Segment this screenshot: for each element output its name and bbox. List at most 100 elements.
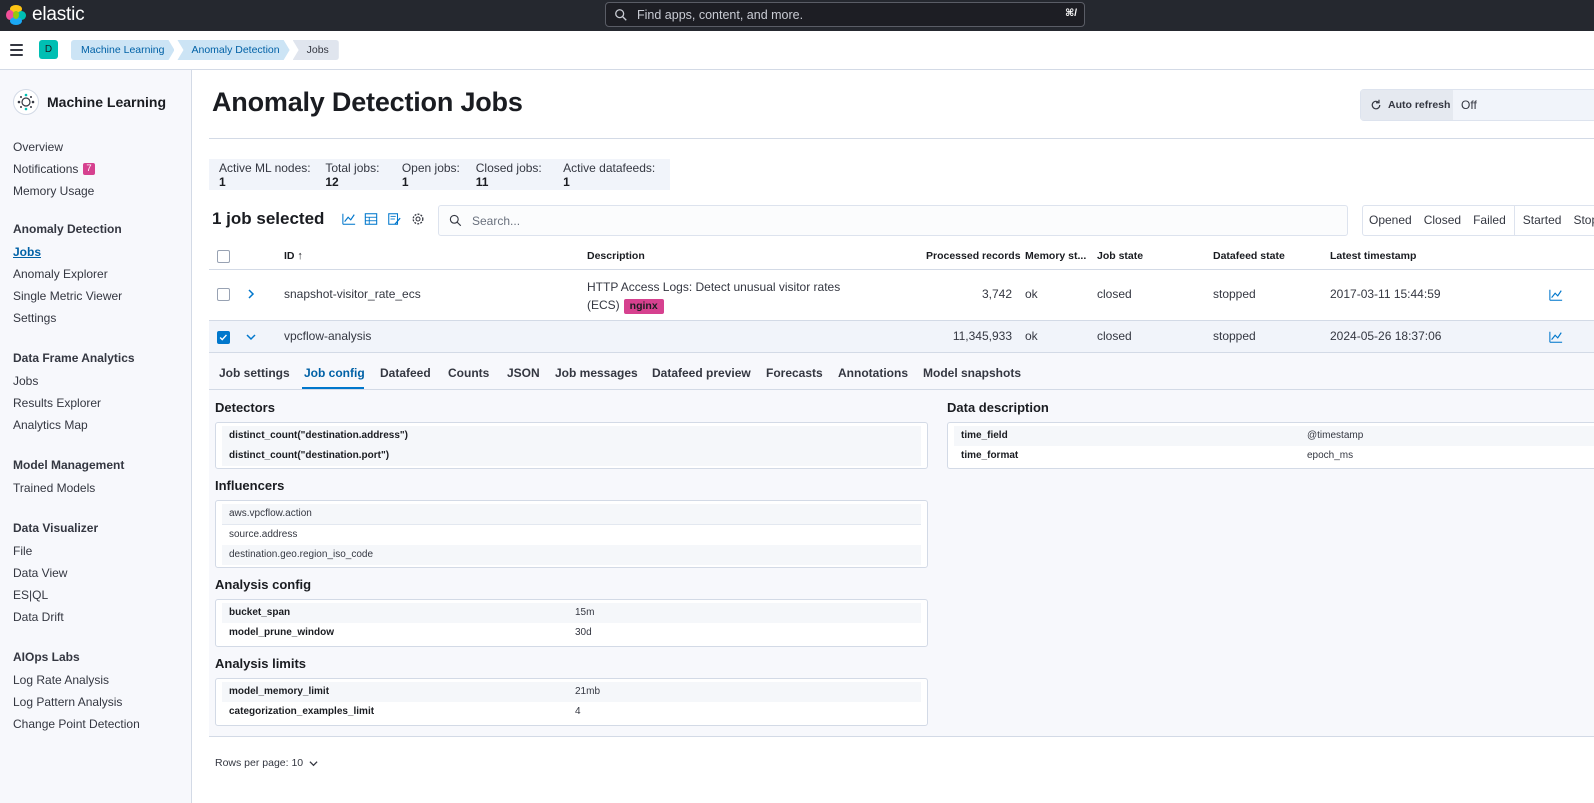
latest-timestamp: 2024-05-26 18:37:06 xyxy=(1330,329,1442,343)
sidebar-item-results-explorer[interactable]: Results Explorer xyxy=(13,395,135,417)
table-icon[interactable] xyxy=(364,212,378,226)
tab-datafeed[interactable]: Datafeed xyxy=(380,366,431,380)
sidebar-item-overview[interactable]: Overview xyxy=(13,139,95,161)
column-datafeed-state[interactable]: Datafeed state xyxy=(1213,250,1285,262)
sidebar-item-trained-models[interactable]: Trained Models xyxy=(13,480,124,502)
tab-forecasts[interactable]: Forecasts xyxy=(766,366,823,380)
menu-icon[interactable] xyxy=(10,44,23,59)
filter-closed[interactable]: Closed xyxy=(1418,206,1467,235)
job-description: HTTP Access Logs: Detect unusual visitor… xyxy=(587,280,841,314)
breadcrumb-anomaly-detection[interactable]: Anomaly Detection xyxy=(177,40,289,60)
edit-document-icon[interactable] xyxy=(387,212,401,226)
sidebar-header: Machine Learning xyxy=(13,89,166,115)
processed-records: 3,742 xyxy=(981,287,1012,301)
chevron-right-icon[interactable] xyxy=(246,289,256,299)
filter-failed[interactable]: Failed xyxy=(1467,206,1512,235)
global-search-input[interactable]: Find apps, content, and more. ⌘/ xyxy=(605,2,1085,27)
limit-row: categorization_examples_limit 4 xyxy=(222,702,921,722)
sort-ascending-icon: ↑ xyxy=(297,250,303,262)
stat-total-jobs: Total jobs: 12 xyxy=(325,160,380,189)
space-avatar[interactable]: D xyxy=(39,40,58,59)
active-tab-indicator xyxy=(302,387,364,389)
sidebar-section-model-management: Model Management Trained Models xyxy=(13,458,124,502)
processed-records: 11,345,933 xyxy=(952,329,1012,343)
sidebar-top-group: Overview Notifications 7 Memory Usage xyxy=(13,139,95,205)
state-filter-group: Opened Closed Failed Started Stopped xyxy=(1362,205,1594,236)
refresh-icon xyxy=(1371,99,1381,110)
sidebar-item-notifications[interactable]: Notifications 7 xyxy=(13,161,95,183)
datafeed-state: stopped xyxy=(1213,329,1256,343)
column-latest-timestamp[interactable]: Latest timestamp xyxy=(1330,250,1416,262)
row-checkbox[interactable] xyxy=(217,288,230,301)
job-details-panel: Job settings Job config Datafeed Counts … xyxy=(209,353,1594,737)
sidebar-heading: AIOps Labs xyxy=(13,650,80,664)
sidebar-item-anomaly-explorer[interactable]: Anomaly Explorer xyxy=(13,266,122,288)
filter-started[interactable]: Started xyxy=(1517,206,1568,235)
tab-job-settings[interactable]: Job settings xyxy=(219,366,290,380)
column-id[interactable]: ID ↑ xyxy=(284,250,303,262)
main-content: Anomaly Detection Jobs Auto refresh Off … xyxy=(192,70,1594,803)
analysis-config-title: Analysis config xyxy=(215,577,312,592)
sidebar-item-log-rate-analysis[interactable]: Log Rate Analysis xyxy=(13,672,140,694)
sidebar-item-analytics-map[interactable]: Analytics Map xyxy=(13,417,135,439)
row-checkbox[interactable] xyxy=(217,331,230,344)
check-icon xyxy=(219,334,227,341)
sidebar-item-log-pattern-analysis[interactable]: Log Pattern Analysis xyxy=(13,694,140,716)
sidebar-heading: Data Frame Analytics xyxy=(13,351,135,365)
table-row[interactable]: snapshot-visitor_rate_ecs HTTP Access Lo… xyxy=(209,270,1594,321)
tab-model-snapshots[interactable]: Model snapshots xyxy=(923,366,1021,380)
column-job-state[interactable]: Job state xyxy=(1097,250,1143,262)
influencer-row: destination.geo.region_iso_code xyxy=(222,545,921,565)
job-state: closed xyxy=(1097,287,1132,301)
sidebar-item-single-metric-viewer[interactable]: Single Metric Viewer xyxy=(13,288,122,310)
chevron-down-icon[interactable] xyxy=(246,332,256,342)
sidebar: Machine Learning Overview Notifications 7… xyxy=(0,70,192,803)
sidebar-item-esql[interactable]: ES|QL xyxy=(13,587,98,609)
sidebar-item-file[interactable]: File xyxy=(13,543,98,565)
job-search-input[interactable]: Search... xyxy=(438,205,1348,236)
sidebar-item-settings[interactable]: Settings xyxy=(13,310,122,332)
filter-opened[interactable]: Opened xyxy=(1363,206,1418,235)
filter-stopped[interactable]: Stopped xyxy=(1567,206,1594,235)
sidebar-section-aiops: AIOps Labs Log Rate Analysis Log Pattern… xyxy=(13,650,140,738)
auto-refresh-button[interactable]: Auto refresh xyxy=(1361,90,1453,120)
sidebar-item-memory-usage[interactable]: Memory Usage xyxy=(13,183,95,205)
influencer-row: source.address xyxy=(222,525,921,545)
chart-icon[interactable] xyxy=(1549,288,1563,302)
influencers-panel: aws.vpcflow.action source.address destin… xyxy=(215,500,928,568)
breadcrumb-machine-learning[interactable]: Machine Learning xyxy=(71,40,174,60)
search-shortcut: ⌘/ xyxy=(1064,8,1077,19)
sidebar-item-dfa-jobs[interactable]: Jobs xyxy=(13,373,135,395)
chart-icon[interactable] xyxy=(342,212,356,226)
sidebar-section-anomaly-detection: Anomaly Detection Jobs Anomaly Explorer … xyxy=(13,222,122,332)
tab-annotations[interactable]: Annotations xyxy=(838,366,908,380)
sidebar-item-change-point-detection[interactable]: Change Point Detection xyxy=(13,716,140,738)
tab-counts[interactable]: Counts xyxy=(448,366,489,380)
auto-refresh-control[interactable]: Auto refresh Off xyxy=(1360,89,1594,121)
job-group-tag[interactable]: nginx xyxy=(623,299,664,314)
column-processed-records[interactable]: Processed records xyxy=(926,250,1021,262)
gear-icon[interactable] xyxy=(411,212,425,226)
rows-per-page-selector[interactable]: Rows per page: 10 xyxy=(215,757,318,769)
sidebar-item-data-view[interactable]: Data View xyxy=(13,565,98,587)
analysis-limits-panel: model_memory_limit 21mb categorization_ex… xyxy=(215,678,928,726)
elastic-logo[interactable]: elastic xyxy=(6,4,85,26)
filter-separator xyxy=(1513,206,1515,235)
brand-name: elastic xyxy=(32,4,85,25)
table-row[interactable]: vpcflow-analysis 11,345,933 ok closed st… xyxy=(209,321,1594,353)
tab-job-messages[interactable]: Job messages xyxy=(555,366,638,380)
tab-datafeed-preview[interactable]: Datafeed preview xyxy=(652,366,751,380)
search-icon xyxy=(449,214,462,227)
chart-icon[interactable] xyxy=(1549,330,1563,344)
stat-active-datafeeds: Active datafeeds: 1 xyxy=(563,160,656,189)
detectors-panel: distinct_count("destination.address") di… xyxy=(215,422,928,469)
select-all-checkbox[interactable] xyxy=(217,250,230,263)
column-memory-status[interactable]: Memory st... xyxy=(1025,250,1086,262)
sidebar-heading: Anomaly Detection xyxy=(13,222,122,236)
details-tabs: Job settings Job config Datafeed Counts … xyxy=(209,353,1594,390)
sidebar-item-ad-jobs[interactable]: Jobs xyxy=(13,244,122,266)
global-header: elastic Find apps, content, and more. ⌘/ xyxy=(0,0,1594,31)
tab-json[interactable]: JSON xyxy=(507,366,540,380)
sidebar-item-data-drift[interactable]: Data Drift xyxy=(13,609,98,631)
tab-job-config[interactable]: Job config xyxy=(304,366,365,380)
